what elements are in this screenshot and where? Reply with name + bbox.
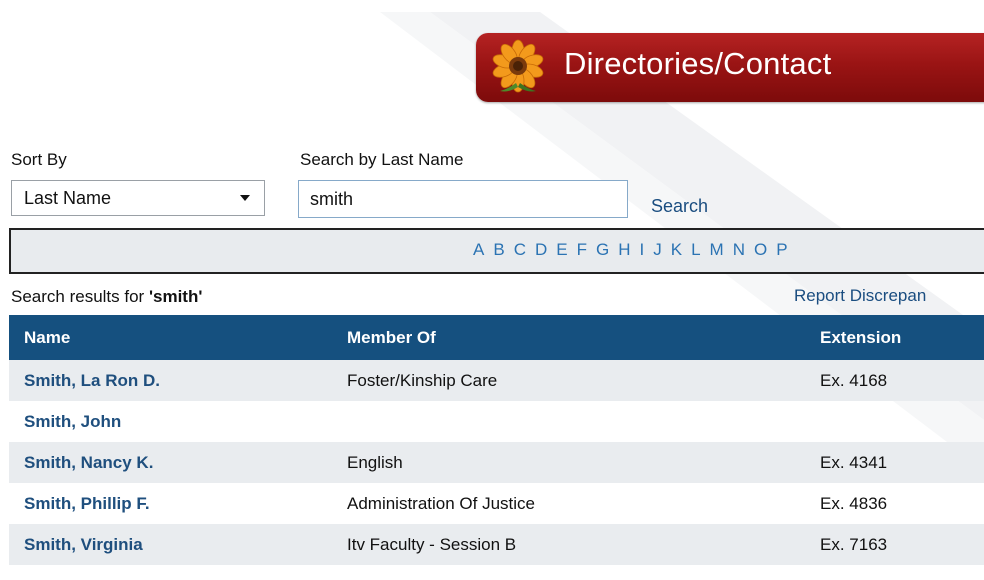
alphabet-letter-m[interactable]: M [710, 240, 724, 260]
alphabet-letter-c[interactable]: C [514, 240, 526, 260]
table-header-row: Name Member Of Extension [9, 315, 984, 360]
alphabet-letter-g[interactable]: G [596, 240, 609, 260]
person-name-link[interactable]: Smith, Nancy K. [24, 453, 153, 472]
person-name-link[interactable]: Smith, John [24, 412, 121, 431]
member-of-cell: Itv Faculty - Session B [332, 524, 805, 565]
results-query: 'smith' [148, 287, 203, 306]
sort-by-value: Last Name [24, 188, 112, 208]
extension-cell: Ex. 4341 [805, 442, 984, 483]
search-by-last-name-label: Search by Last Name [300, 150, 464, 169]
column-header-extension[interactable]: Extension [805, 315, 984, 360]
extension-cell: Ex. 7163 [805, 524, 984, 565]
last-name-search-input[interactable] [298, 180, 628, 218]
alphabet-letter-k[interactable]: K [671, 240, 682, 260]
directory-table: Name Member Of Extension Smith, La Ron D… [9, 315, 984, 565]
member-of-cell: Foster/Kinship Care [332, 360, 805, 401]
member-of-cell [332, 401, 805, 442]
alphabet-letter-a[interactable]: A [473, 240, 484, 260]
report-discrepancy-link[interactable]: Report Discrepan [794, 286, 926, 306]
alphabet-letter-f[interactable]: F [577, 240, 587, 260]
person-name-link[interactable]: Smith, Virginia [24, 535, 143, 554]
alphabet-letter-p[interactable]: P [776, 240, 787, 260]
flower-icon [492, 39, 544, 93]
alphabet-letter-i[interactable]: I [640, 240, 645, 260]
alphabet-letter-b[interactable]: B [493, 240, 504, 260]
alphabet-filter-bar: ABCDEFGHIJKLMNOP [9, 228, 984, 274]
alphabet-letter-e[interactable]: E [556, 240, 567, 260]
alphabet-letter-d[interactable]: D [535, 240, 547, 260]
table-row: Smith, Nancy K. English Ex. 4341 [9, 442, 984, 483]
person-name-link[interactable]: Smith, La Ron D. [24, 371, 160, 390]
search-results-label: Search results for 'smith' [11, 287, 202, 307]
sort-by-select[interactable]: Last Name [11, 180, 265, 216]
extension-cell: Ex. 4836 [820, 493, 888, 513]
alphabet-letter-n[interactable]: N [733, 240, 745, 260]
table-row: Smith, Virginia Itv Faculty - Session B … [9, 524, 984, 565]
sort-by-label: Sort By [11, 150, 67, 169]
extension-cell [805, 401, 984, 442]
member-of-cell: English [332, 442, 805, 483]
alphabet-letter-l[interactable]: L [691, 240, 700, 260]
alphabet-letter-j[interactable]: J [653, 240, 662, 260]
table-row: Smith, John [9, 401, 984, 442]
alphabet-letter-o[interactable]: O [754, 240, 767, 260]
alphabet-letters: ABCDEFGHIJKLMNOP [473, 240, 797, 260]
member-of-cell: Administration Of Justice [347, 493, 536, 513]
chevron-down-icon [240, 195, 250, 201]
table-row: Smith, La Ron D. Foster/Kinship Care Ex.… [9, 360, 984, 401]
person-name-link[interactable]: Smith, Phillip F. [24, 494, 150, 513]
alphabet-letter-h[interactable]: H [618, 240, 630, 260]
page-title: Directories/Contact [564, 46, 832, 81]
column-header-member-of[interactable]: Member Of [332, 315, 805, 360]
results-prefix: Search results for [11, 287, 149, 306]
extension-cell: Ex. 4168 [805, 360, 984, 401]
column-header-name[interactable]: Name [9, 315, 332, 360]
search-button[interactable]: Search [651, 196, 708, 217]
table-row: Smith, Phillip F. Administration Of Just… [9, 483, 984, 524]
page-header-banner: Directories/Contact [476, 33, 984, 102]
